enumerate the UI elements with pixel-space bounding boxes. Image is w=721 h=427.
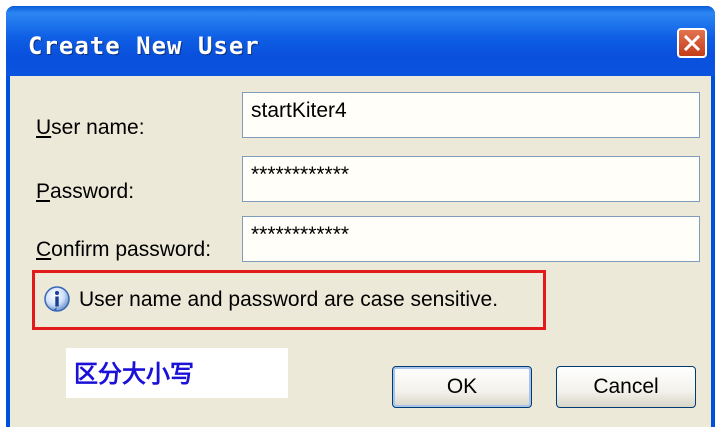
password-label-mnemonic: P xyxy=(36,180,51,203)
confirm-password-label: Confirm password: xyxy=(36,238,211,262)
confirm-label-mnemonic: C xyxy=(36,238,52,261)
password-value: ************ xyxy=(251,163,350,186)
ok-button[interactable]: OK xyxy=(392,366,532,408)
annotation-text: 区分大小写 xyxy=(74,360,194,388)
dialog-body: User name: startKiter4 Password: *******… xyxy=(10,76,711,427)
close-icon xyxy=(683,34,701,52)
case-sensitive-notice: User name and password are case sensitiv… xyxy=(32,270,546,330)
confirm-label-text: onfirm password: xyxy=(51,238,212,261)
close-button[interactable] xyxy=(677,28,707,58)
window-title: Create New User xyxy=(28,32,260,60)
annotation-overlay: 区分大小写 xyxy=(66,348,288,398)
username-label: User name: xyxy=(36,116,145,140)
notice-text: User name and password are case sensitiv… xyxy=(79,288,499,311)
password-label-text: assword: xyxy=(50,180,135,203)
info-icon xyxy=(44,286,70,312)
dialog-window: Create New User User name: startKiter4 P… xyxy=(6,6,715,427)
username-label-text: ser name: xyxy=(51,116,145,139)
username-value: startKiter4 xyxy=(251,99,347,122)
cancel-button[interactable]: Cancel xyxy=(556,366,696,408)
username-label-mnemonic: U xyxy=(36,116,52,139)
password-label: Password: xyxy=(36,180,134,204)
title-bar[interactable]: Create New User xyxy=(6,6,715,76)
confirm-password-input[interactable]: ************ xyxy=(242,216,700,262)
confirm-password-value: ************ xyxy=(251,223,350,246)
username-input[interactable]: startKiter4 xyxy=(242,92,700,138)
password-input[interactable]: ************ xyxy=(242,156,700,202)
